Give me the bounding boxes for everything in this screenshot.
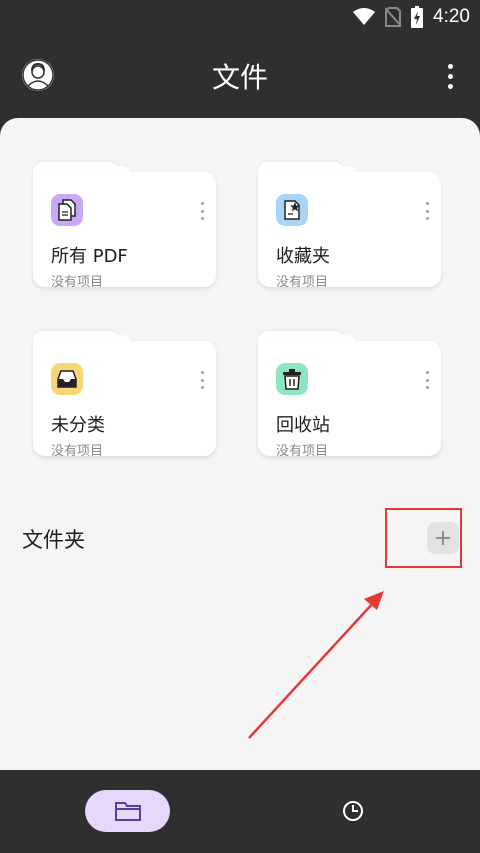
highlight-box [385,508,462,568]
recent-icon [343,801,363,821]
bottom-navigation [0,770,480,853]
app-bar: 文件 [0,34,480,118]
card-title: 所有 PDF [51,246,128,267]
more-dot [447,63,453,69]
card-subtitle: 没有项目 [51,275,104,290]
wifi-icon [353,8,376,25]
pdf-file-icon [51,194,83,226]
status-bar: 4:20 [0,0,480,34]
folders-section-title: 文件夹 [22,528,85,552]
card-subtitle: 没有项目 [276,275,329,290]
content-sheet: 所有 PDF 没有项目 收藏夹 没有项目 未分类 没有项目 回收站 没有项目 文… [0,118,480,770]
card-body: 未分类 没有项目 [33,341,216,459]
card-trash[interactable]: 回收站 没有项目 [258,331,441,459]
starred-file-icon [276,194,308,226]
card-title: 收藏夹 [276,246,330,267]
card-menu-button[interactable] [423,202,431,220]
battery-charging-icon [411,6,424,28]
card-menu-button[interactable] [423,371,431,389]
card-menu-button[interactable] [198,202,206,220]
card-body: 收藏夹 没有项目 [258,172,441,290]
more-options-button[interactable] [438,58,462,94]
more-dot [447,83,453,89]
card-body: 所有 PDF 没有项目 [33,172,216,290]
inbox-icon [51,363,83,395]
more-dot [447,73,453,79]
card-uncategorized[interactable]: 未分类 没有项目 [33,331,216,459]
folder-icon [114,802,141,821]
card-body: 回收站 没有项目 [258,341,441,459]
trash-icon [276,363,308,395]
page-title: 文件 [211,61,268,94]
card-subtitle: 没有项目 [276,444,329,459]
no-sim-icon [385,7,402,27]
card-subtitle: 没有项目 [51,444,104,459]
card-title: 未分类 [51,415,105,436]
status-icons: 4:20 [353,6,470,28]
card-title: 回收站 [276,415,330,436]
card-menu-button[interactable] [198,371,206,389]
nav-item-files[interactable] [85,790,170,832]
status-time: 4:20 [433,6,470,27]
card-favorites[interactable]: 收藏夹 没有项目 [258,162,441,290]
card-all-pdf[interactable]: 所有 PDF 没有项目 [33,162,216,290]
nav-item-recent[interactable] [342,800,364,826]
